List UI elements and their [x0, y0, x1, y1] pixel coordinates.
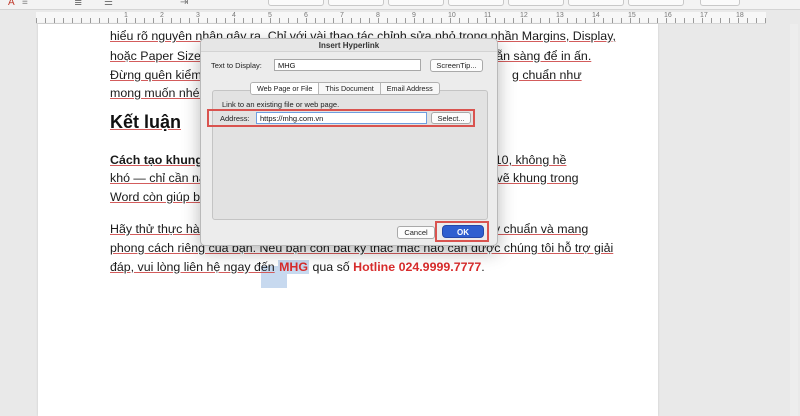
- ruler-number: 2: [160, 12, 164, 19]
- link-hint-text: Link to an existing file or web page.: [222, 100, 340, 109]
- doc-line-3-text-b: g chuẩn như: [512, 68, 582, 82]
- ruler-number: 10: [448, 12, 456, 19]
- vertical-scrollbar[interactable]: [790, 24, 798, 416]
- tab-email-address[interactable]: Email Address: [381, 83, 439, 94]
- text-to-display-label: Text to Display:: [211, 61, 262, 70]
- ruler-number: 11: [484, 12, 492, 19]
- ruler-number: 15: [628, 12, 636, 19]
- doc-line-5: Cách tạo khung 2010, không hề: [110, 152, 566, 168]
- doc-line-5-text-a: Cách tạo khung: [110, 153, 203, 167]
- doc-line-7: Word còn giúp bạ: [110, 189, 207, 205]
- select-button[interactable]: Select...: [431, 112, 471, 124]
- numbered-list-icon[interactable]: ☰: [104, 0, 113, 8]
- ruler-number: 14: [592, 12, 600, 19]
- doc-line-2-text-a: hoặc Paper Size,: [110, 49, 205, 63]
- doc-line-3: Đừng quên kiểm t g chuẩn như: [110, 67, 582, 83]
- ruler-number: 1: [124, 12, 128, 19]
- style-heading1-button[interactable]: [388, 0, 444, 6]
- address-label: Address:: [220, 114, 250, 123]
- doc-line-8-text-a: Hãy thử thực hàn: [110, 222, 207, 236]
- selected-link-text[interactable]: MHG: [278, 260, 310, 274]
- style-normal-button[interactable]: [268, 0, 324, 6]
- ruler-number: 16: [664, 12, 672, 19]
- style-subtitle-button[interactable]: [568, 0, 624, 6]
- doc-line-2: hoặc Paper Size, sẵn sàng để in ấn.: [110, 48, 591, 64]
- link-type-tabs: Web Page or File This Document Email Add…: [250, 82, 440, 95]
- text-to-display-field[interactable]: MHG: [274, 59, 421, 71]
- ruler-number: 9: [412, 12, 416, 19]
- doc-line-4-text: mong muốn nhé!: [110, 86, 203, 100]
- ruler-number: 13: [556, 12, 564, 19]
- font-color-icon[interactable]: A: [8, 0, 15, 8]
- list-icon[interactable]: ≣: [74, 0, 82, 8]
- doc-line-10-text-a: đáp, vui lòng liên hệ ngay đến: [110, 260, 275, 274]
- address-input[interactable]: https://mhg.com.vn: [256, 112, 427, 124]
- ruler-number: 4: [232, 12, 236, 19]
- ruler-number: 3: [196, 12, 200, 19]
- doc-line-4: mong muốn nhé!: [110, 85, 203, 101]
- ruler-number: 6: [304, 12, 308, 19]
- doc-line-7-text: Word còn giúp bạ: [110, 190, 207, 204]
- styles-pane-button[interactable]: [700, 0, 740, 6]
- ok-button[interactable]: OK: [442, 225, 484, 238]
- doc-line-8: Hãy thử thực hàn uy chuẩn và mang: [110, 221, 588, 237]
- doc-line-2-text-b: sẵn sàng để in ấn.: [490, 49, 592, 63]
- tab-this-document[interactable]: This Document: [319, 83, 381, 94]
- ruler-number: 8: [376, 12, 380, 19]
- doc-line-8-text-b: uy chuẩn và mang: [487, 222, 589, 236]
- style-emphasis-button[interactable]: [628, 0, 684, 6]
- insert-hyperlink-dialog: Insert Hyperlink Text to Display: MHG Sc…: [200, 38, 498, 246]
- section-heading: Kết luận: [110, 112, 182, 132]
- ruler-number: 12: [520, 12, 528, 19]
- tab-web-page-or-file[interactable]: Web Page or File: [251, 83, 320, 94]
- ruler-ticks: [36, 18, 766, 23]
- doc-line-3-text-a: Đừng quên kiểm t: [110, 68, 209, 82]
- style-heading2-button[interactable]: [448, 0, 504, 6]
- doc-line-6-text-a: khó — chỉ cần nắ: [110, 171, 206, 185]
- style-title-button[interactable]: [508, 0, 564, 6]
- ruler-number: 18: [736, 12, 744, 19]
- doc-line-10: đáp, vui lòng liên hệ ngay đến MHG qua s…: [110, 259, 485, 275]
- cancel-button[interactable]: Cancel: [397, 226, 435, 239]
- ruler-number: 5: [268, 12, 272, 19]
- doc-line-6: khó — chỉ cần nắ ệc vẽ khung trong: [110, 170, 579, 186]
- screentip-button[interactable]: ScreenTip...: [430, 59, 483, 72]
- highlight-icon[interactable]: ≡: [22, 0, 28, 8]
- horizontal-ruler[interactable]: 1 2 3 4 5 6 7 8 9 10 11 12 13 14 15 16 17 18: [36, 12, 766, 24]
- indent-icon[interactable]: ⇥: [180, 0, 188, 8]
- style-no-spacing-button[interactable]: [328, 0, 384, 6]
- ruler-number: 17: [700, 12, 708, 19]
- ruler-number: 7: [340, 12, 344, 19]
- doc-line-10-text-b: qua số: [312, 260, 350, 274]
- dialog-title: Insert Hyperlink: [201, 39, 497, 52]
- ribbon-toolbar: A ≡ ≣ ☰ ⇥: [0, 0, 800, 10]
- hotline-text: Hotline 024.9999.7777: [353, 260, 482, 274]
- doc-line-10-period: .: [481, 260, 485, 274]
